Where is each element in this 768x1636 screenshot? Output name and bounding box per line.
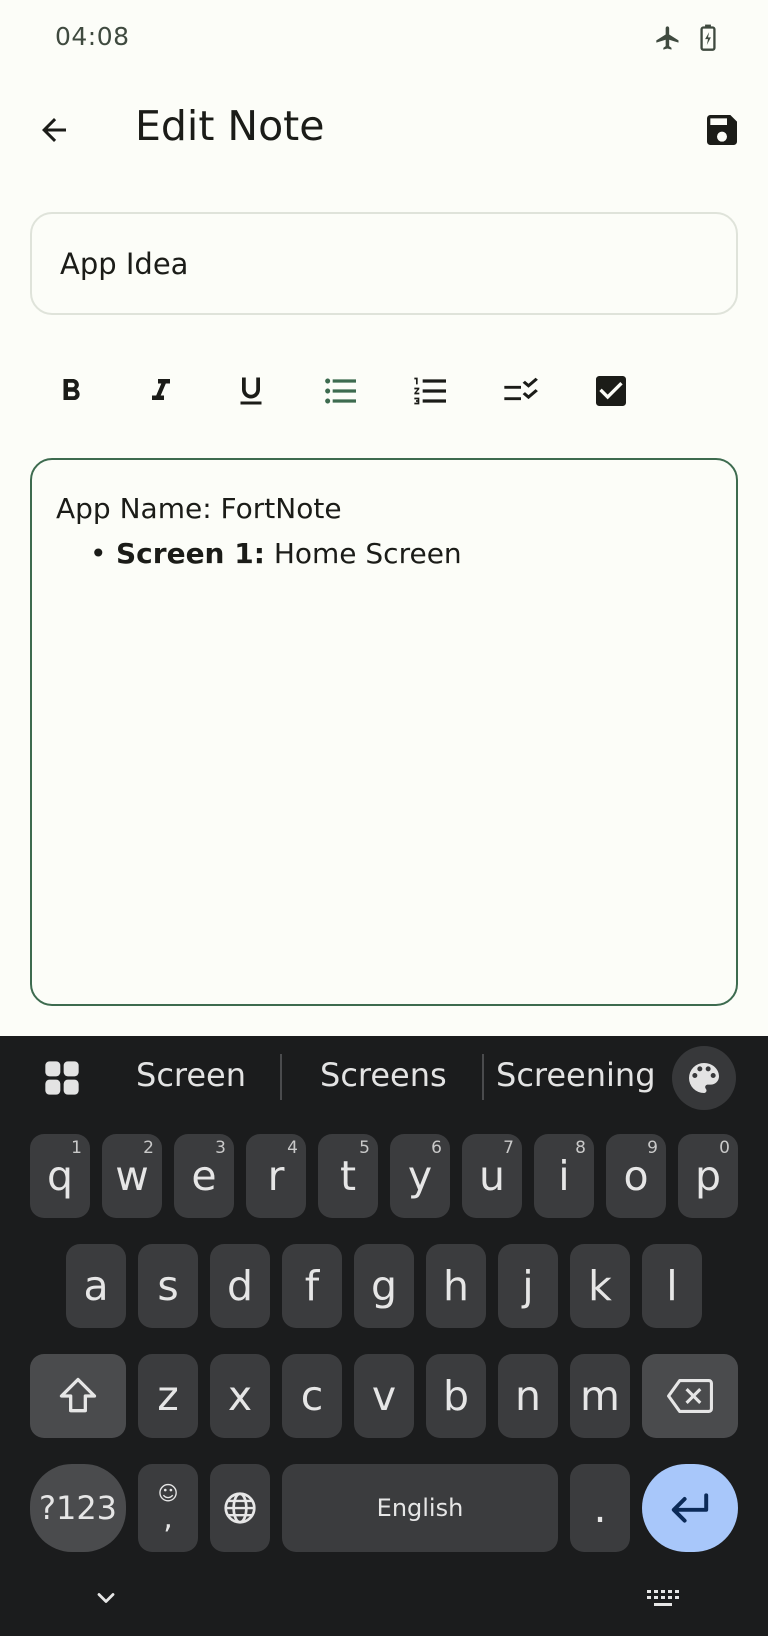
globe-icon: [224, 1492, 256, 1524]
key-l[interactable]: l: [642, 1244, 702, 1328]
key-n[interactable]: n: [498, 1354, 558, 1438]
suggestion-2[interactable]: Screens: [320, 1056, 447, 1094]
back-button[interactable]: [28, 104, 80, 156]
key-w[interactable]: w2: [102, 1134, 162, 1218]
page-title: Edit Note: [135, 102, 325, 150]
checklist-button[interactable]: [490, 360, 552, 422]
battery-charging-icon: [700, 24, 716, 51]
bullet-text: Screen 1: Home Screen: [90, 537, 462, 570]
key-r[interactable]: r4: [246, 1134, 306, 1218]
suggestion-bar: Screen Screens Screening: [0, 1036, 768, 1118]
bullet-marker: •: [90, 537, 107, 570]
key-j[interactable]: j: [498, 1244, 558, 1328]
comma-label: ,: [163, 1501, 173, 1536]
suggestion-divider: [482, 1054, 484, 1100]
bulleted-list-button[interactable]: [310, 360, 372, 422]
note-title-input[interactable]: [32, 214, 736, 313]
key-h[interactable]: h: [426, 1244, 486, 1328]
palette-icon: [689, 1063, 719, 1093]
keyboard-switch-button[interactable]: [646, 1588, 680, 1615]
status-bar: 04:08: [0, 0, 768, 76]
enter-icon: [671, 1493, 709, 1523]
key-v[interactable]: v: [354, 1354, 414, 1438]
suggestion-divider: [280, 1054, 282, 1100]
apps-grid-button[interactable]: [42, 1058, 82, 1103]
bulleted-list-icon: [325, 378, 356, 404]
bullet-list-item: • Screen 1: Home Screen: [56, 531, 712, 576]
apps-grid-icon: [45, 1061, 79, 1095]
language-key[interactable]: [210, 1464, 270, 1552]
app-bar: Edit Note: [0, 90, 768, 170]
bold-icon: [63, 379, 80, 400]
key-m[interactable]: m: [570, 1354, 630, 1438]
key-z[interactable]: z: [138, 1354, 198, 1438]
shift-key[interactable]: [30, 1354, 126, 1438]
note-title-field[interactable]: [30, 212, 738, 315]
status-icons: [654, 24, 718, 52]
space-key[interactable]: English: [282, 1464, 558, 1552]
key-a[interactable]: a: [66, 1244, 126, 1328]
bold-button[interactable]: [40, 360, 102, 422]
checkbox-icon: [596, 376, 626, 406]
theme-button[interactable]: [672, 1046, 736, 1110]
key-o[interactable]: o9: [606, 1134, 666, 1218]
checkbox-button[interactable]: [580, 360, 642, 422]
underline-icon: [240, 377, 262, 405]
shift-icon: [59, 1377, 97, 1413]
key-e[interactable]: e3: [174, 1134, 234, 1218]
bullet-bold-text: Screen 1:: [116, 537, 265, 570]
key-t[interactable]: t5: [318, 1134, 378, 1218]
key-u[interactable]: u7: [462, 1134, 522, 1218]
suggestion-1[interactable]: Screen: [136, 1056, 246, 1094]
save-button[interactable]: [696, 104, 748, 156]
key-g[interactable]: g: [354, 1244, 414, 1328]
suggestion-3[interactable]: Screening: [496, 1056, 656, 1094]
key-q[interactable]: q1: [30, 1134, 90, 1218]
format-toolbar: [40, 360, 730, 422]
symbols-key[interactable]: ?123: [30, 1464, 126, 1552]
key-y[interactable]: y6: [390, 1134, 450, 1218]
bullet-plain-text: Home Screen: [264, 537, 462, 570]
numbered-list-icon: [414, 377, 446, 405]
airplane-icon: [656, 26, 679, 50]
period-key[interactable]: .: [570, 1464, 630, 1552]
status-time: 04:08: [55, 22, 130, 51]
key-p[interactable]: p0: [678, 1134, 738, 1218]
key-f[interactable]: f: [282, 1244, 342, 1328]
keyboard-icon: [647, 1590, 679, 1606]
italic-button[interactable]: [130, 360, 192, 422]
enter-key[interactable]: [642, 1464, 738, 1552]
key-s[interactable]: s: [138, 1244, 198, 1328]
backspace-key[interactable]: [642, 1354, 738, 1438]
note-content-editor[interactable]: App Name: FortNote • Screen 1: Home Scre…: [30, 458, 738, 1006]
content-line: App Name: FortNote: [56, 492, 342, 525]
italic-icon: [152, 379, 170, 400]
key-c[interactable]: c: [282, 1354, 342, 1438]
numbered-list-button[interactable]: [400, 360, 462, 422]
hide-keyboard-button[interactable]: [92, 1584, 120, 1617]
key-i[interactable]: i8: [534, 1134, 594, 1218]
underline-button[interactable]: [220, 360, 282, 422]
key-k[interactable]: k: [570, 1244, 630, 1328]
backspace-icon: [667, 1379, 713, 1413]
checklist-icon: [504, 377, 538, 401]
key-d[interactable]: d: [210, 1244, 270, 1328]
key-b[interactable]: b: [426, 1354, 486, 1438]
key-x[interactable]: x: [210, 1354, 270, 1438]
arrow-back-icon: [42, 118, 66, 142]
navigation-bar: [0, 1562, 768, 1636]
save-icon: [707, 115, 737, 145]
keyboard: Screen Screens Screening q1 w2 e3 r4 t5 …: [0, 1036, 768, 1636]
emoji-comma-key[interactable]: ☺ ,: [138, 1464, 198, 1552]
chevron-down-icon: [97, 1593, 115, 1603]
